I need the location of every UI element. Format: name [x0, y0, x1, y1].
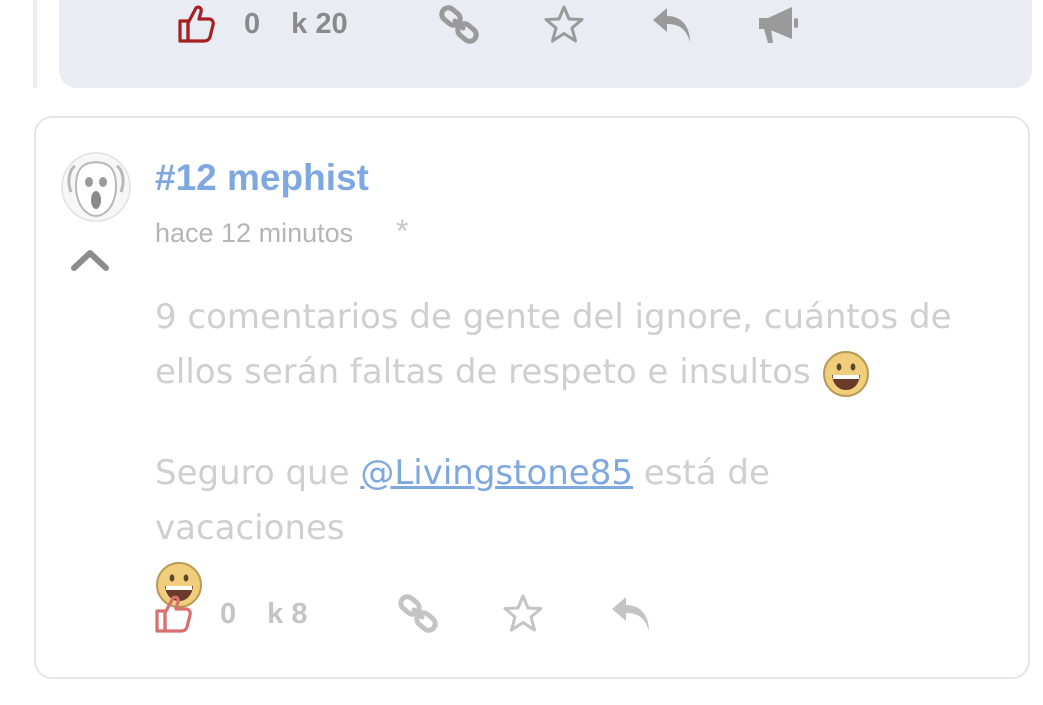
paragraph-text-prefix: Seguro que — [155, 453, 361, 493]
link-icon[interactable] — [438, 4, 480, 46]
chevron-up-icon[interactable] — [70, 248, 110, 277]
thumbs-up-icon[interactable] — [153, 594, 193, 634]
scream-avatar-icon — [61, 152, 131, 222]
comment-actions: 0 k 8 — [153, 594, 307, 634]
thumbs-up-icon[interactable] — [176, 4, 216, 44]
user-mention-link[interactable]: @Livingstone85 — [360, 453, 633, 493]
star-icon[interactable] — [544, 4, 584, 44]
previous-comment-actions: 0 k 20 — [176, 4, 348, 44]
comment-paragraph: 9 comentarios de gente del ignore, cuánt… — [155, 290, 955, 400]
karma-value: k 8 — [267, 597, 308, 630]
avatar[interactable] — [61, 152, 131, 222]
link-icon[interactable] — [397, 593, 439, 635]
karma-value: k 20 — [291, 7, 348, 40]
comment-body: 9 comentarios de gente del ignore, cuánt… — [155, 290, 955, 611]
reply-icon[interactable] — [609, 593, 653, 635]
vote-count: 0 — [220, 597, 237, 630]
comment-paragraph: Seguro que @Livingstone85 está de vacaci… — [155, 446, 955, 611]
vote-count: 0 — [244, 7, 261, 40]
star-icon[interactable] — [503, 593, 543, 633]
grinning-face-emoji-icon — [822, 350, 869, 397]
reply-icon[interactable] — [650, 4, 694, 46]
comment-author-link[interactable]: #12 mephist — [155, 157, 369, 199]
megaphone-icon[interactable] — [756, 4, 800, 46]
comment-timestamp[interactable]: hace 12 minutos — [155, 218, 353, 249]
thread-line — [33, 0, 37, 88]
edit-marker: * — [396, 213, 409, 249]
